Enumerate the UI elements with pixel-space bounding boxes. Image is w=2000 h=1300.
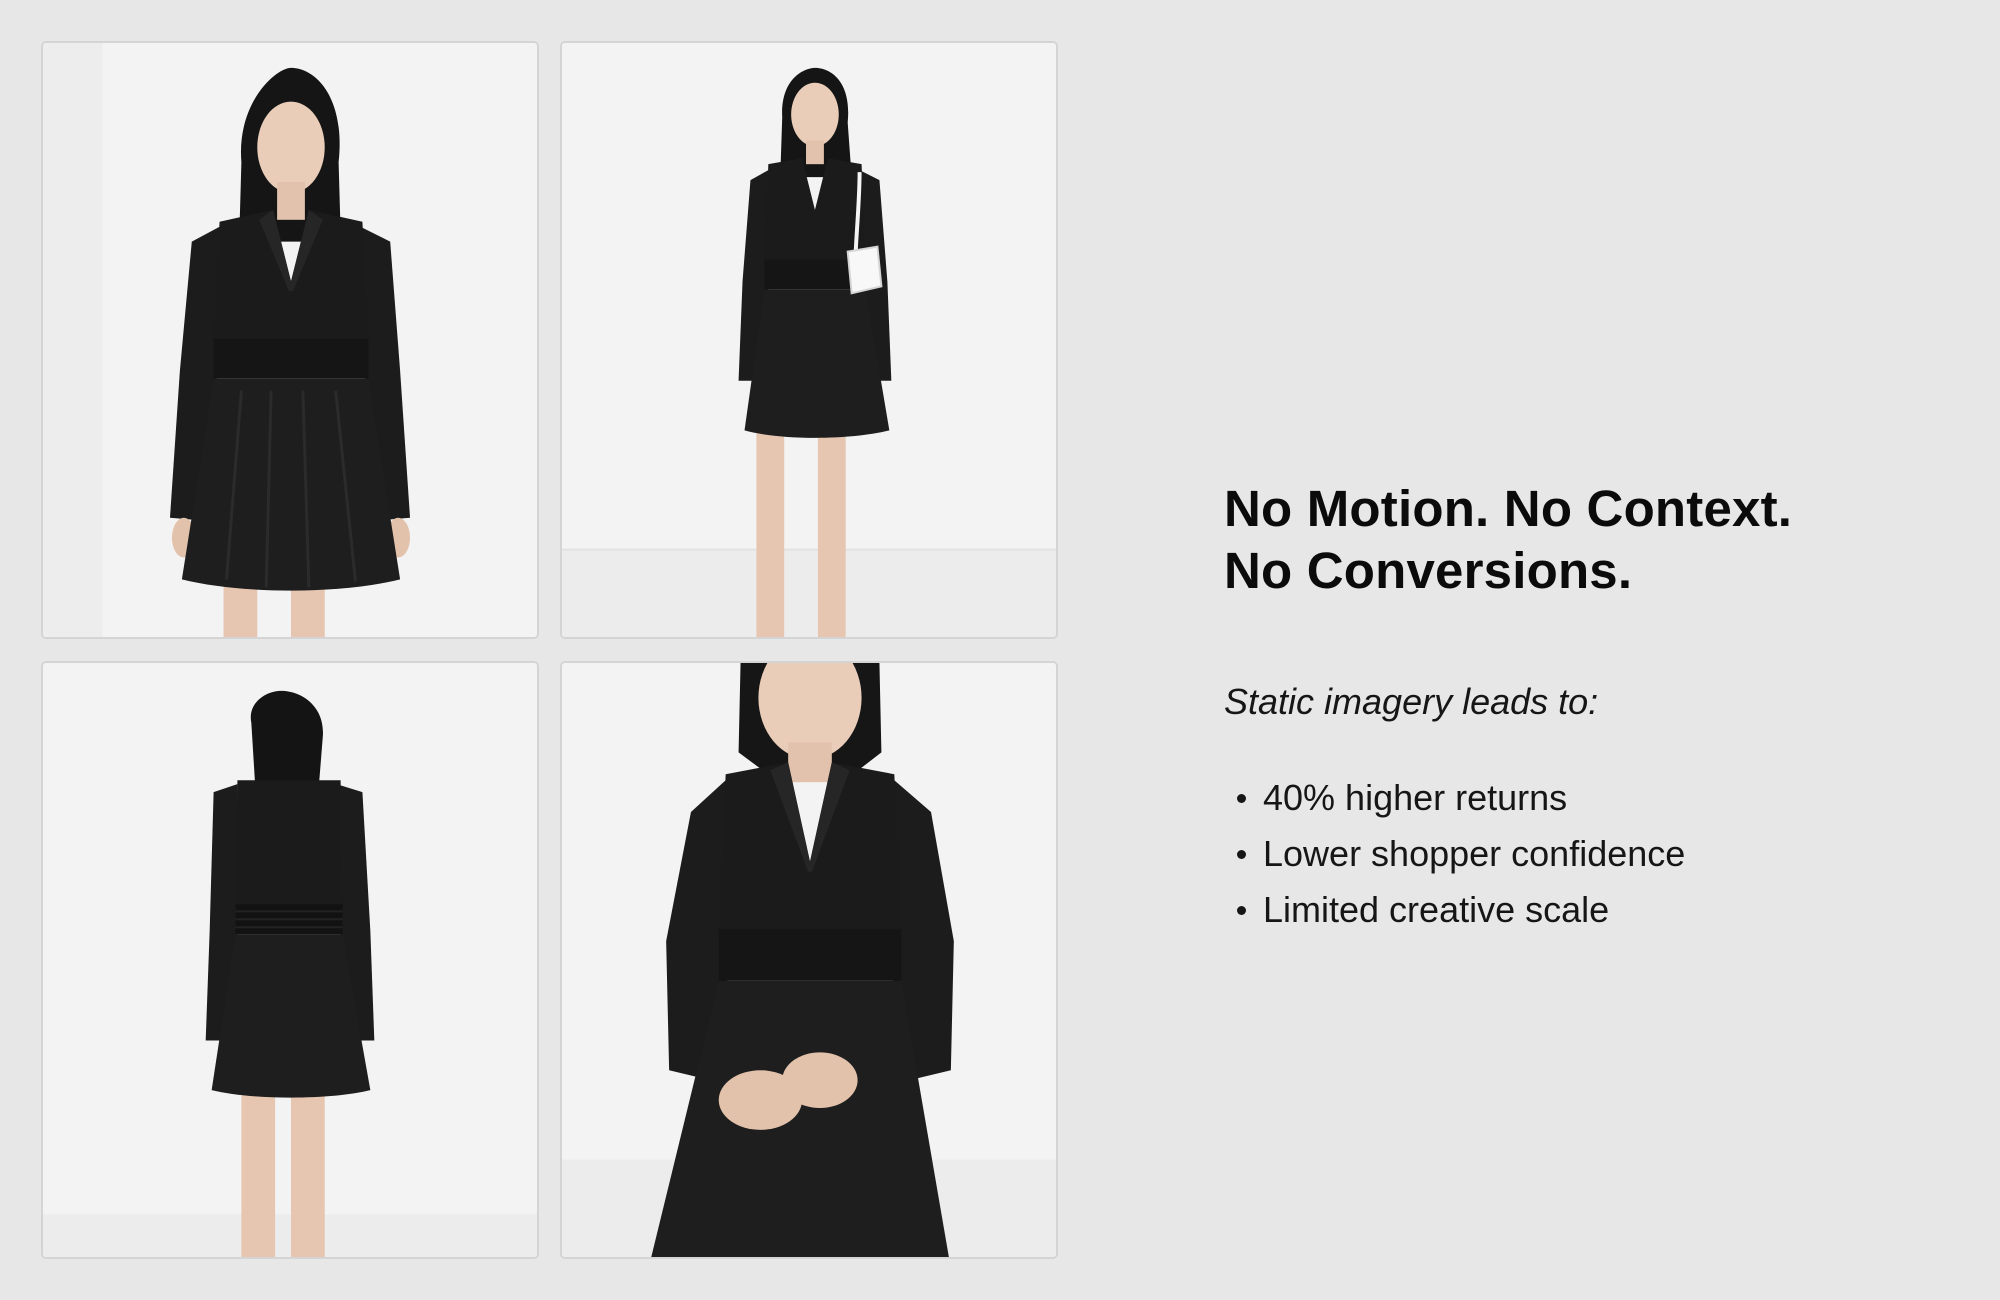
bullet-dot-icon (1237, 793, 1246, 803)
bullet-dot-icon (1237, 849, 1246, 859)
subhead: Static imagery leads to: (1224, 681, 1599, 722)
bullet-dot-icon (1237, 905, 1246, 915)
model-back-photo (43, 663, 537, 1257)
headline-line-1: No Motion. No Context. (1224, 480, 1793, 537)
headline-line-2: No Conversions. (1224, 542, 1633, 599)
copy-block: No Motion. No Context. No Conversions. S… (1224, 478, 1944, 938)
model-closeup-photo (562, 663, 1056, 1257)
bullet-item: Limited creative scale (1224, 882, 1944, 938)
photo-front-view (41, 41, 539, 639)
model-front-photo (43, 43, 537, 637)
slide: No Motion. No Context. No Conversions. S… (0, 0, 2000, 1300)
photo-back-view (41, 661, 539, 1259)
bullet-text: Limited creative scale (1263, 889, 1610, 930)
bullet-item: Lower shopper confidence (1224, 826, 1944, 882)
photo-full-length-view (560, 41, 1058, 639)
bullet-text: Lower shopper confidence (1263, 833, 1686, 874)
bullet-list: 40% higher returns Lower shopper confide… (1224, 770, 1944, 938)
photo-close-up-view (560, 661, 1058, 1259)
model-full-length-photo (562, 43, 1056, 637)
bullet-text: 40% higher returns (1263, 777, 1568, 818)
product-photo-grid (41, 41, 1060, 1259)
headline: No Motion. No Context. No Conversions. (1224, 478, 1944, 602)
bullet-item: 40% higher returns (1224, 770, 1944, 826)
